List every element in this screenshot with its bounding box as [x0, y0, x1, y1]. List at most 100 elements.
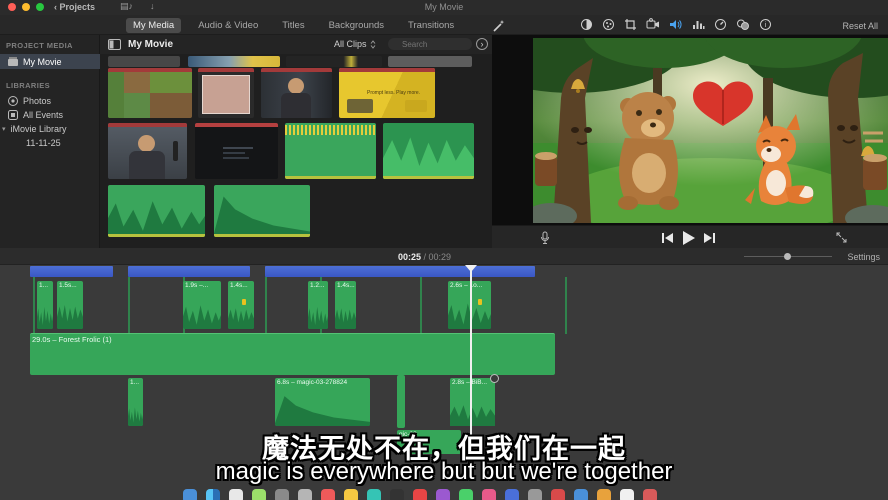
color-correction-icon[interactable] [602, 18, 615, 31]
timeline-clip[interactable]: 1.9s –... [183, 281, 221, 329]
dock-app-icon[interactable] [505, 489, 519, 500]
timecode: 00:25 / 00:29 [398, 252, 451, 262]
music-clip[interactable]: 29.0s – Forest Frolic (1) [30, 333, 555, 375]
video-track-bar[interactable] [128, 266, 250, 277]
dock-app-icon[interactable] [551, 489, 565, 500]
fullscreen-icon[interactable] [836, 232, 847, 243]
viewer-pane [492, 35, 888, 225]
enhance-wand-icon[interactable] [492, 19, 506, 33]
timeline-clip[interactable]: 1.4s... [228, 281, 254, 329]
video-track-bar[interactable] [265, 266, 535, 277]
tab-audio-video[interactable]: Audio & Video [191, 18, 265, 33]
media-thumbnail-audio-4[interactable] [214, 185, 310, 237]
dock-app-icon[interactable] [436, 489, 450, 500]
tab-backgrounds[interactable]: Backgrounds [322, 18, 391, 33]
clip-badge-icon[interactable] [490, 374, 499, 383]
dock-app-icon[interactable] [620, 489, 634, 500]
crop-icon[interactable] [624, 18, 637, 31]
media-thumbnail-audio-1[interactable] [285, 123, 376, 179]
tab-titles[interactable]: Titles [275, 18, 311, 33]
slider-thumb[interactable] [784, 253, 791, 260]
clip-connector [565, 277, 567, 334]
next-frame-button[interactable] [704, 233, 715, 243]
clip-filter-dropdown[interactable]: All Clips [334, 39, 376, 49]
preview-frame[interactable] [533, 38, 888, 223]
adjust-toolbar: i [580, 18, 772, 31]
dock-app-icon[interactable] [459, 489, 473, 500]
dock-app-icon[interactable] [482, 489, 496, 500]
thumbnail-caption: Prompt less. Play more. [367, 90, 420, 96]
sidebar-toggle-icon[interactable] [108, 39, 121, 50]
all-events-icon [8, 110, 18, 120]
timeline-clip[interactable]: 6.8s – magic-03-278824 [275, 378, 370, 426]
dock-app-icon[interactable] [321, 489, 335, 500]
top-toolbar: My Media Audio & Video Titles Background… [0, 15, 888, 35]
volume-icon[interactable] [669, 18, 683, 31]
dock-app-icon[interactable] [252, 489, 266, 500]
media-thumbnail-audio-2[interactable] [383, 123, 474, 179]
dock-app-icon[interactable] [643, 489, 657, 500]
sidebar-item-imovie-library[interactable]: ▾ iMovie Library [0, 121, 100, 136]
dock-app-icon[interactable] [206, 489, 220, 500]
dock-app-icon[interactable] [275, 489, 289, 500]
media-thumbnail-screen-recording[interactable] [195, 123, 278, 179]
timeline-clip[interactable] [397, 375, 405, 428]
clip-connector [33, 277, 35, 334]
filter-label: All Clips [334, 39, 367, 49]
media-thumbnail[interactable] [286, 56, 382, 67]
tab-transitions[interactable]: Transitions [401, 18, 461, 33]
dock-app-icon[interactable] [367, 489, 381, 500]
info-icon[interactable]: i [759, 18, 772, 31]
dock-app-icon[interactable] [413, 489, 427, 500]
media-thumbnail-audio-3[interactable] [108, 185, 205, 237]
dock-app-icon[interactable] [183, 489, 197, 500]
dock-app-icon[interactable] [390, 489, 404, 500]
hide-browser-button[interactable]: › [476, 38, 488, 50]
noise-reduction-icon[interactable] [692, 18, 705, 31]
media-thumbnail-presenter-2[interactable] [108, 123, 187, 179]
timeline-clip[interactable]: 1.2... [308, 281, 328, 329]
timeline-clip[interactable]: 1... [37, 281, 53, 329]
stabilization-icon[interactable] [646, 18, 660, 31]
media-thumbnail-yellow-promo[interactable]: Prompt less. Play more. [339, 68, 435, 118]
play-button[interactable] [682, 231, 695, 245]
dock-app-icon[interactable] [229, 489, 243, 500]
sidebar-item-event-date[interactable]: 11-11-25 [0, 135, 100, 150]
media-thumbnail[interactable] [388, 56, 472, 67]
previous-frame-button[interactable] [662, 233, 673, 243]
sidebar-item-my-movie[interactable]: My Movie [0, 54, 100, 69]
total-time: / 00:29 [421, 252, 451, 262]
sidebar-item-label: Photos [23, 96, 51, 106]
dock-app-icon[interactable] [528, 489, 542, 500]
reset-all-button[interactable]: Reset All [842, 21, 878, 31]
subtitle-line-english: magic is everywhere but but we're togeth… [0, 458, 888, 486]
clip-filter-icon[interactable] [736, 18, 750, 31]
timeline-clip[interactable]: 1.4s... [335, 281, 356, 329]
dock-app-icon[interactable] [344, 489, 358, 500]
sidebar-item-label: My Movie [23, 57, 62, 67]
dock-app-icon[interactable] [574, 489, 588, 500]
media-thumbnail-presenter[interactable] [261, 68, 332, 118]
sidebar-item-all-events[interactable]: All Events [0, 107, 100, 122]
tab-my-media[interactable]: My Media [126, 18, 181, 33]
speed-icon[interactable] [714, 18, 727, 31]
title-bar: ‹ Projects ▤♪ ↓ My Movie [0, 0, 888, 15]
clip-connector [420, 277, 422, 334]
clip-size-slider[interactable] [744, 256, 832, 257]
dock-app-icon[interactable] [298, 489, 312, 500]
media-thumbnail[interactable] [188, 56, 280, 67]
media-thumbnail-document[interactable] [198, 68, 254, 118]
search-input[interactable] [388, 38, 472, 50]
timeline-clip[interactable]: 1.5s... [57, 281, 83, 329]
timeline-clip[interactable]: 1... [128, 378, 143, 426]
clip-marker [242, 299, 246, 305]
media-thumbnail[interactable] [108, 56, 180, 67]
dock-app-icon[interactable] [597, 489, 611, 500]
video-track-bar[interactable] [30, 266, 113, 277]
media-thumbnail-bear-collage[interactable] [108, 68, 192, 118]
sidebar-item-photos[interactable]: Photos [0, 93, 100, 108]
voiceover-mic-icon[interactable] [540, 231, 550, 245]
color-balance-icon[interactable] [580, 18, 593, 31]
timeline-clip[interactable]: 2.8s – BiB... [450, 378, 495, 426]
timeline-settings-button[interactable]: Settings [847, 252, 880, 262]
